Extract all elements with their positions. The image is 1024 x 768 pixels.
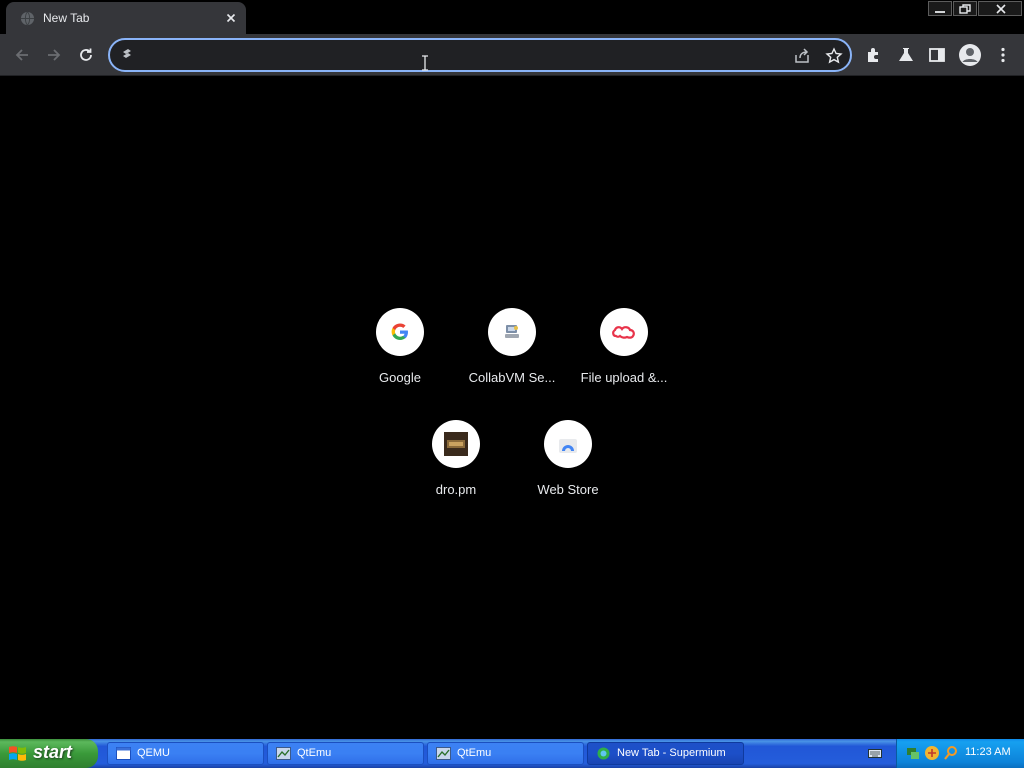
- side-panel-icon: [929, 48, 945, 62]
- taskbar-item-qtemu[interactable]: QtEmu: [267, 742, 424, 765]
- shortcut-label: Google: [379, 370, 421, 385]
- shortcut-label: dro.pm: [435, 482, 477, 497]
- minimize-icon: [935, 11, 945, 13]
- security-shield-icon[interactable]: [924, 745, 940, 761]
- shortcut-tile[interactable]: CollabVM Se...: [456, 308, 568, 420]
- extensions-button[interactable]: [864, 45, 884, 65]
- shortcut-tile[interactable]: Google: [344, 308, 456, 420]
- tab-title: New Tab: [43, 11, 90, 25]
- search-icon[interactable]: [943, 745, 959, 761]
- taskbar-item-label: QEMU: [137, 747, 170, 759]
- text-cursor-icon: [422, 55, 428, 71]
- bookmark-star-icon[interactable]: [825, 47, 843, 65]
- share-icon[interactable]: [793, 47, 811, 65]
- close-window-button[interactable]: [978, 1, 1022, 16]
- puzzle-icon: [868, 48, 878, 62]
- web-store-icon: [559, 439, 577, 453]
- taskbar-item-label: QtEmu: [457, 747, 492, 759]
- shortcut-icon-circle: [600, 308, 648, 356]
- address-bar[interactable]: [108, 38, 852, 72]
- avatar-icon: [959, 44, 981, 66]
- shortcut-label: Web Store: [537, 482, 599, 497]
- browser-menu-button[interactable]: [993, 45, 1013, 65]
- tab-strip: New Tab: [0, 0, 1024, 34]
- reload-button[interactable]: [76, 45, 96, 65]
- collabvm-icon: [505, 325, 519, 338]
- new-tab-page: Google CollabVM Se... File upload &... d…: [0, 77, 1024, 739]
- network-icon[interactable]: [905, 745, 921, 761]
- back-button[interactable]: [12, 45, 32, 65]
- keyboard-icon[interactable]: [868, 747, 882, 759]
- globe-icon: [20, 11, 35, 26]
- address-input[interactable]: [144, 46, 764, 66]
- shortcut-tile[interactable]: dro.pm: [400, 420, 512, 532]
- taskbar-item-qtemu[interactable]: QtEmu: [427, 742, 584, 765]
- shortcut-label: CollabVM Se...: [468, 370, 556, 385]
- shortcut-tile[interactable]: File upload &...: [568, 308, 680, 420]
- system-tray: 11:23 AM: [896, 739, 1024, 768]
- shortcut-tile[interactable]: Web Store: [512, 420, 624, 532]
- shortcut-icon-circle: [376, 308, 424, 356]
- reload-icon: [80, 48, 92, 61]
- forward-button[interactable]: [44, 45, 64, 65]
- taskbar-item-label: New Tab - Supermium: [617, 747, 726, 759]
- file-upload-site-icon: [612, 326, 635, 339]
- arrow-left-icon: [15, 49, 28, 61]
- close-tab-icon[interactable]: [224, 11, 238, 25]
- search-engine-icon: [123, 49, 131, 58]
- qtemu-icon: [436, 747, 451, 760]
- shortcut-icon-circle: [488, 308, 536, 356]
- more-vertical-icon: [1001, 47, 1005, 63]
- dro-pm-icon: [444, 432, 468, 456]
- minimize-window-button[interactable]: [928, 1, 952, 16]
- taskbar-item-supermium[interactable]: New Tab - Supermium: [587, 742, 744, 765]
- browser-toolbar: [0, 34, 1024, 76]
- restore-icon: [959, 4, 971, 14]
- window-icon: [116, 747, 131, 760]
- profile-button[interactable]: [958, 43, 982, 67]
- tab-new-tab[interactable]: New Tab: [6, 2, 246, 34]
- restore-window-button[interactable]: [953, 1, 977, 16]
- google-g-icon: [391, 323, 408, 340]
- flask-icon: [899, 48, 913, 61]
- system-clock: 11:23 AM: [965, 746, 1011, 758]
- qtemu-icon: [276, 747, 291, 760]
- start-label: start: [33, 742, 73, 762]
- shortcut-label: File upload &...: [580, 370, 668, 385]
- arrow-right-icon: [48, 49, 61, 61]
- shortcut-icon-circle: [432, 420, 480, 468]
- labs-button[interactable]: [896, 45, 916, 65]
- supermium-icon: [597, 747, 610, 760]
- start-button[interactable]: start: [0, 739, 98, 768]
- taskbar-item-label: QtEmu: [297, 747, 332, 759]
- windows-flag-icon: [9, 746, 26, 761]
- close-icon: [996, 4, 1006, 14]
- side-panel-button[interactable]: [927, 45, 947, 65]
- shortcut-icon-circle: [544, 420, 592, 468]
- taskbar-item-qemu[interactable]: QEMU: [107, 742, 264, 765]
